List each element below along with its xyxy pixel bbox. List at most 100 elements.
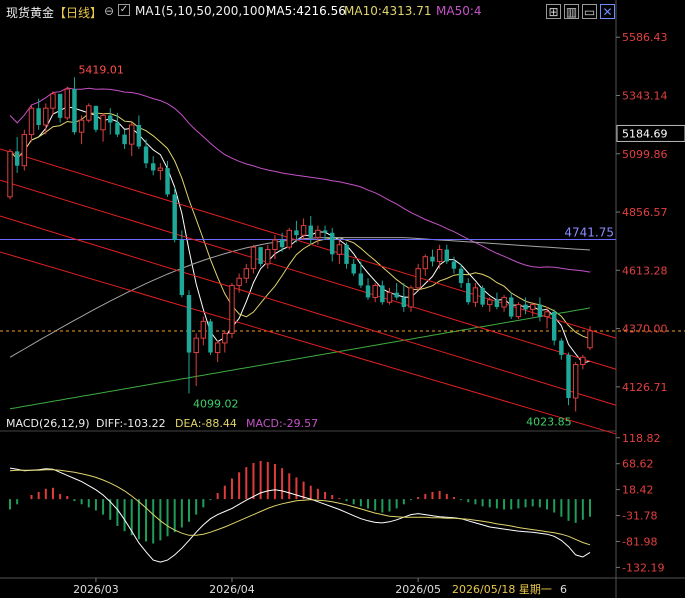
price-tick-label: 5586.43 [622, 31, 668, 44]
candle-body [294, 230, 299, 236]
candle-body [358, 273, 364, 286]
candle-body [272, 239, 278, 251]
candle-body [330, 232, 335, 255]
price-tick-label: 4856.57 [622, 206, 668, 219]
candle-body [115, 122, 120, 135]
level-line-label: 4741.75 [564, 226, 614, 240]
candle-body [515, 304, 522, 318]
candle-body [250, 246, 257, 270]
candle-body [444, 249, 450, 262]
candle-body [78, 119, 85, 133]
candle-body [572, 363, 579, 399]
macd-tick-label: -132.19 [622, 561, 664, 574]
candle-body [587, 330, 593, 349]
candle-body [108, 115, 113, 123]
ma5-value: MA5:4216.56 [266, 4, 346, 18]
candle-body [300, 225, 307, 236]
candle-body [509, 297, 514, 317]
bar-chart-icon[interactable]: ▥ [564, 4, 579, 19]
price-tick-label: 5099.86 [622, 148, 668, 161]
channel-line-4 [0, 251, 617, 435]
candle-body [100, 114, 106, 131]
high-annotation: 5419.01 [78, 63, 124, 76]
macd-tick-label: 68.62 [622, 458, 654, 471]
time-tick-label: 2026/03 [73, 583, 119, 596]
candle-body [380, 285, 385, 303]
macd-label[interactable]: MACD(26,12,9) [6, 417, 90, 430]
candle-body [458, 268, 464, 284]
macd-header: MACD(26,12,9) DIFF:-103.22 DEA:-88.44 MA… [0, 414, 600, 432]
candle-body [537, 304, 543, 317]
candle-body [7, 150, 13, 198]
candle-body [279, 239, 285, 248]
macd-diff: DIFF:-103.22 [96, 417, 166, 430]
candle-body [222, 332, 228, 344]
candle-body [351, 263, 356, 274]
macd-tick-label: 18.42 [622, 484, 654, 497]
candle-body [372, 284, 378, 298]
close-icon[interactable]: ✕ [600, 4, 615, 19]
grid-icon[interactable]: ⊞ [546, 4, 561, 19]
candle-body [566, 354, 571, 399]
candle-body [172, 194, 177, 240]
candle-body [544, 311, 550, 318]
candle-body [580, 356, 586, 365]
zoom-out-icon[interactable]: ⊖ [104, 4, 114, 18]
candle-body [551, 311, 557, 341]
time-tick-label: 2026/04 [209, 583, 255, 596]
candle-body [401, 297, 407, 308]
checkbox-icon[interactable]: ✓ [118, 4, 130, 16]
price-tick-label: 4370.00 [622, 323, 668, 336]
candle-body [21, 134, 28, 167]
candle-body [157, 167, 164, 171]
candle-body [487, 299, 493, 306]
candle-body [28, 107, 35, 136]
price-tick-label: 4613.28 [622, 264, 668, 277]
candle-body [344, 244, 349, 264]
macd-tick-label: -31.78 [622, 510, 657, 523]
candle-body [430, 256, 435, 262]
period-label[interactable]: 【日线】 [54, 4, 102, 21]
macd-tick-label: 118.82 [622, 432, 661, 445]
candle-body [501, 296, 507, 308]
candle-body [315, 229, 321, 239]
ma200-line [9, 307, 591, 410]
candle-body [122, 134, 127, 145]
candle-body [93, 105, 99, 130]
candle-body [286, 229, 292, 248]
candle-body [57, 93, 63, 118]
candlestick-series: 5419.014099.024023.85 [7, 63, 593, 428]
candle-body [466, 283, 471, 303]
chart-canvas[interactable]: 5419.014099.024023.85 5586.435343.145099… [0, 0, 685, 598]
candle-body [365, 285, 371, 298]
candle-body [236, 277, 242, 286]
candle-body [265, 249, 271, 265]
macd-panel [9, 460, 591, 563]
cursor-date-suffix: 6 [560, 583, 567, 596]
macd-value: MACD:-29.57 [246, 417, 319, 430]
candle-body [394, 292, 399, 298]
chart-header: 现货黄金 【日线】 ⊖ ✓ MA1(5,10,50,200,100) MA5:4… [0, 0, 685, 22]
candle-body [143, 146, 149, 164]
window-icon[interactable]: ▭ [582, 4, 597, 19]
macd-diff-line [9, 467, 591, 563]
candle-body [336, 244, 343, 255]
candle-body [150, 163, 156, 171]
candle-body [214, 342, 221, 354]
candle-body [308, 225, 313, 238]
macd-dea-line [9, 469, 591, 546]
price-tick-label: 4126.71 [622, 381, 668, 394]
time-tick-label: 2026/05 [395, 583, 441, 596]
candle-body [451, 261, 457, 269]
candle-body [86, 105, 92, 121]
candle-body [494, 299, 500, 308]
candle-body [165, 168, 170, 195]
ma50-value: MA50:4 [436, 4, 482, 18]
candle-body [129, 124, 135, 145]
candle-body [186, 295, 192, 353]
instrument-title[interactable]: 现货黄金 [6, 4, 54, 21]
candle-body [559, 340, 564, 355]
ma-settings-label[interactable]: MA1(5,10,50,200,100) [135, 4, 270, 18]
candle-body [480, 287, 485, 305]
candle-body [208, 321, 213, 353]
